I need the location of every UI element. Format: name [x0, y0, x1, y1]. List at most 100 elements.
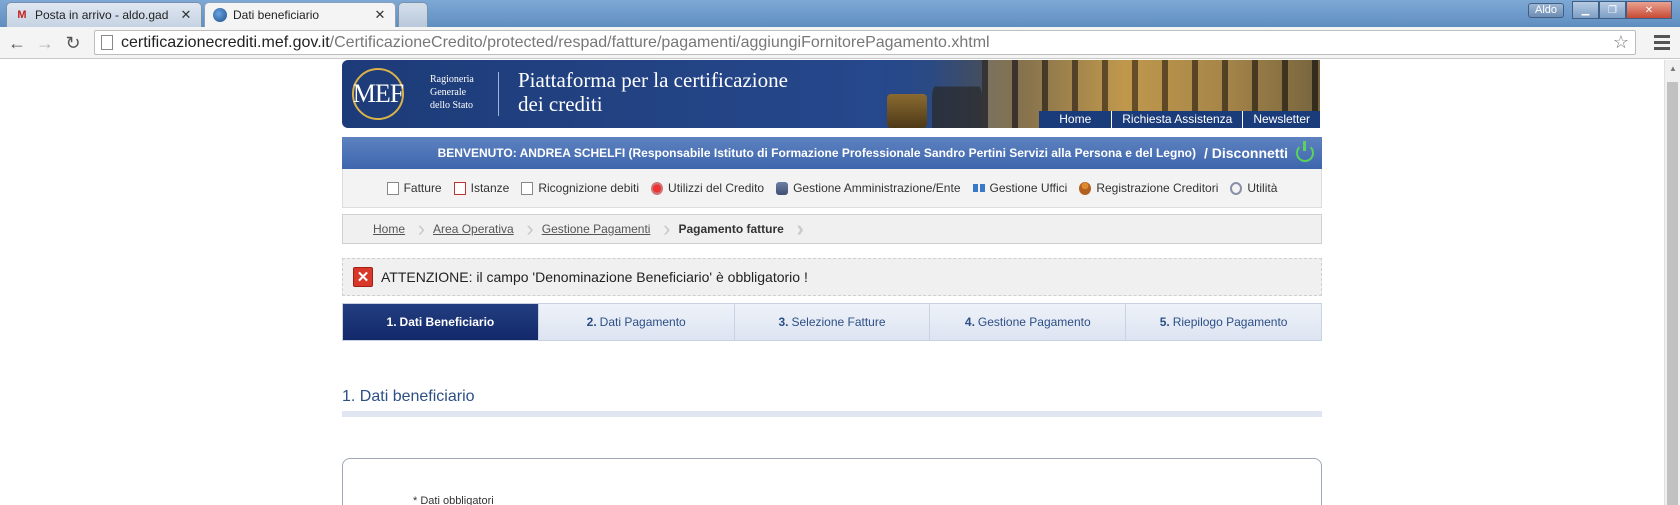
close-icon[interactable]: ✕ [179, 7, 193, 23]
profile-badge[interactable]: Aldo [1528, 3, 1565, 18]
header-banner: MEF Ragioneria Generale dello Stato Piat… [342, 60, 1320, 128]
reload-icon[interactable]: ↻ [62, 33, 84, 53]
request-icon [453, 181, 466, 195]
platform-title-line: Piattaforma per la certificazione [518, 68, 788, 92]
form-panel: * Dati obbligatori [342, 458, 1322, 505]
medal-icon [651, 181, 664, 195]
required-fields-note: * Dati obbligatori [413, 495, 494, 505]
database-icon [776, 181, 789, 195]
alert-message: ATTENZIONE: il campo 'Denominazione Bene… [381, 269, 808, 285]
logout-link[interactable]: / Disconnetti [1204, 145, 1288, 161]
menu-item-label: Istanze [470, 181, 510, 195]
wizard-steps: 1. Dati Beneficiario 2. Dati Pagamento 3… [342, 303, 1322, 341]
header-link-assistenza[interactable]: Richiesta Assistenza [1111, 111, 1242, 128]
tab-dati-beneficiario[interactable]: Dati beneficiario ✕ [204, 2, 396, 27]
browser-toolbar: ← → ↻ certificazionecrediti.mef.gov.it/C… [0, 27, 1680, 59]
step-riepilogo-pagamento[interactable]: 5. Riepilogo Pagamento [1125, 304, 1321, 340]
menu-item-label: Ricognizione debiti [538, 181, 640, 195]
bookmark-star-icon[interactable]: ☆ [1613, 32, 1629, 53]
error-alert: ✕ ATTENZIONE: il campo 'Denominazione Be… [342, 258, 1322, 296]
menu-item-gestione-amministrazione[interactable]: Gestione Amministrazione/Ente [776, 181, 961, 195]
step-selezione-fatture[interactable]: 3. Selezione Fatture [733, 304, 930, 340]
document-icon [386, 181, 399, 195]
menu-item-label: Fatture [403, 181, 442, 195]
url-path: /CertificazioneCredito/protected/respad/… [329, 33, 990, 51]
step-dati-pagamento[interactable]: 2. Dati Pagamento [537, 304, 734, 340]
minimize-button[interactable]: ▁ [1572, 1, 1599, 19]
step-number: 3. [778, 315, 789, 329]
step-label: Riepilogo Pagamento [1172, 315, 1288, 329]
address-bar[interactable]: certificazionecrediti.mef.gov.it/Certifi… [94, 30, 1636, 55]
menu-item-fatture[interactable]: Fatture [386, 181, 442, 195]
header-links: Home Richiesta Assistenza Newsletter [1039, 111, 1320, 128]
network-icon [972, 184, 985, 192]
breadcrumb-area-operativa[interactable]: Area Operativa [433, 216, 533, 242]
menu-item-registrazione[interactable]: Registrazione Creditori [1079, 181, 1218, 195]
org-line: Ragioneria [430, 74, 474, 85]
coins-image [887, 94, 927, 128]
url-domain: certificazionecrediti.mef.gov.it [121, 33, 330, 51]
mef-logo: MEF [352, 68, 404, 120]
tab-title: Posta in arrivo - aldo.gad [35, 8, 169, 22]
breadcrumb: Home Area Operativa Gestione Pagamenti P… [342, 214, 1322, 244]
browser-tabstrip: M Posta in arrivo - aldo.gad ✕ Dati bene… [0, 0, 1680, 27]
tab-gmail[interactable]: M Posta in arrivo - aldo.gad ✕ [6, 2, 202, 27]
tab-title: Dati beneficiario [233, 8, 320, 22]
header-divider [498, 72, 499, 116]
welcome-text: BENVENUTO: ANDREA SCHELFI (Responsabile … [437, 146, 1196, 160]
header-link-home[interactable]: Home [1039, 111, 1111, 128]
step-number: 4. [964, 315, 975, 329]
globe-icon [213, 8, 227, 22]
step-label: Selezione Fatture [791, 315, 886, 329]
step-number: 5. [1159, 315, 1170, 329]
close-window-button[interactable]: ✕ [1626, 1, 1672, 19]
browser-menu-icon[interactable] [1654, 35, 1670, 53]
section-divider [342, 411, 1322, 417]
section-title: 1. Dati beneficiario [342, 388, 475, 405]
menu-item-label: Registrazione Creditori [1096, 181, 1219, 195]
window-controls: ▁ ❐ ✕ [1572, 1, 1672, 19]
menu-item-label: Gestione Uffici [989, 181, 1068, 195]
menu-item-ricognizione[interactable]: Ricognizione debiti [521, 181, 639, 195]
user-icon [1079, 181, 1092, 195]
step-label: Dati Beneficiario [399, 315, 495, 329]
handshake-image [932, 76, 982, 128]
breadcrumb-home[interactable]: Home [373, 216, 425, 242]
step-label: Gestione Pagamento [977, 315, 1091, 329]
close-icon[interactable]: ✕ [373, 7, 387, 23]
org-name: Ragioneria Generale dello Stato [430, 73, 474, 112]
forward-icon[interactable]: → [34, 33, 56, 53]
breadcrumb-current: Pagamento fatture [678, 216, 804, 242]
gear-icon [1230, 181, 1243, 195]
step-number: 2. [586, 315, 597, 329]
org-line: dello Stato [430, 100, 474, 111]
menu-item-label: Utilizzi del Credito [668, 181, 765, 195]
menu-item-label: Gestione Amministrazione/Ente [793, 181, 961, 195]
step-gestione-pagamento[interactable]: 4. Gestione Pagamento [929, 304, 1126, 340]
step-dati-beneficiario[interactable]: 1. Dati Beneficiario [343, 304, 538, 340]
page-icon [101, 35, 113, 50]
platform-title-line: dei crediti [518, 92, 603, 116]
breadcrumb-gestione-pagamenti[interactable]: Gestione Pagamenti [542, 216, 670, 242]
document-icon [521, 181, 534, 195]
platform-title: Piattaforma per la certificazione dei cr… [518, 68, 788, 116]
back-icon[interactable]: ← [6, 33, 28, 53]
main-menu: Fatture Istanze Ricognizione debiti Util… [342, 169, 1322, 208]
error-icon: ✕ [353, 267, 373, 287]
menu-item-label: Utilità [1247, 181, 1278, 195]
scroll-thumb[interactable] [1667, 82, 1678, 505]
scroll-up-icon[interactable]: ▲ [1669, 64, 1677, 73]
power-icon[interactable] [1296, 141, 1314, 162]
step-number: 1. [386, 315, 397, 329]
org-line: Generale [430, 87, 467, 98]
header-link-newsletter[interactable]: Newsletter [1242, 111, 1320, 128]
restore-button[interactable]: ❐ [1599, 1, 1626, 19]
menu-item-utilizzi[interactable]: Utilizzi del Credito [651, 181, 764, 195]
menu-item-gestione-uffici[interactable]: Gestione Uffici [972, 181, 1068, 195]
new-tab-button[interactable] [398, 2, 428, 27]
menu-item-istanze[interactable]: Istanze [453, 181, 510, 195]
gmail-icon: M [17, 9, 27, 21]
page-scrollbar[interactable]: ▲ [1664, 60, 1680, 505]
step-label: Dati Pagamento [599, 315, 686, 329]
menu-item-utilita[interactable]: Utilità [1230, 181, 1277, 195]
